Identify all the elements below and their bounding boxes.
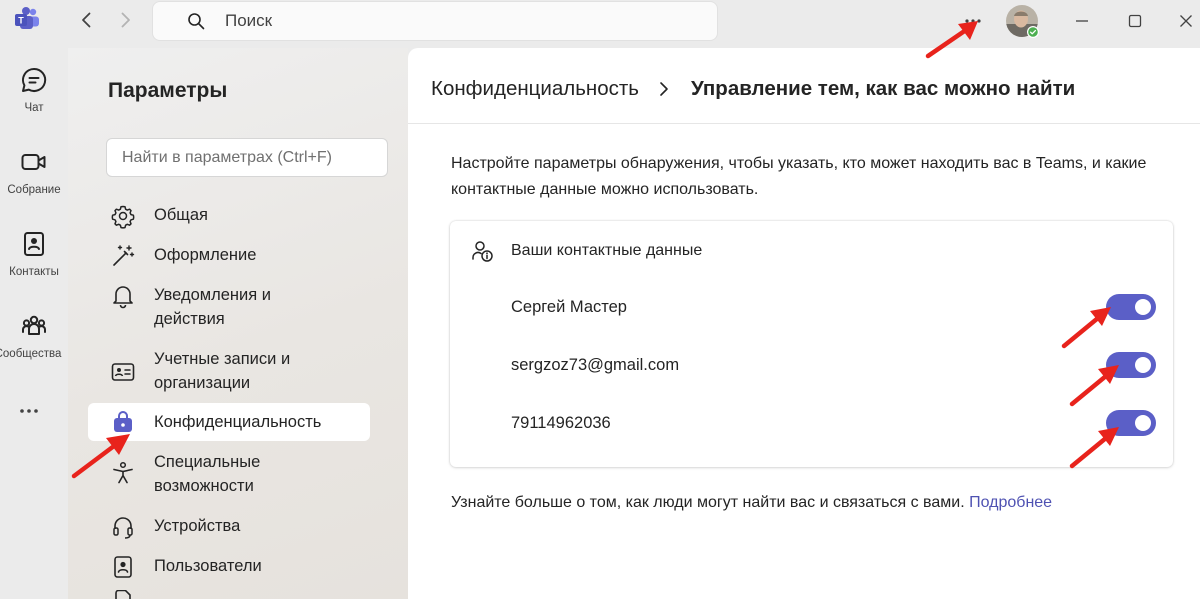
video-camera-icon (21, 154, 46, 170)
chevron-right-icon (660, 82, 668, 96)
learn-more-text: Узнайте больше о том, как люди могут най… (451, 494, 1052, 512)
breadcrumb-parent[interactable]: Конфиденциальность (431, 77, 639, 101)
rail-item-contacts[interactable]: Контакты (0, 228, 68, 298)
presence-available-icon (1028, 27, 1038, 37)
rail-item-label: Сообщества (0, 348, 62, 360)
avatar[interactable] (1005, 4, 1039, 38)
gear-icon (111, 205, 135, 229)
settings-item-label: Специальные возможности (154, 453, 261, 495)
learn-more-link[interactable]: Подробнее (969, 494, 1052, 511)
settings-item-label: Пользователи (154, 557, 262, 575)
toggle-knob (1135, 299, 1151, 315)
settings-search-input[interactable]: Найти в параметрах (Ctrl+F) (106, 138, 388, 177)
settings-item-accounts[interactable]: Учетные записи и организации (88, 347, 370, 395)
minimize-icon[interactable] (1071, 10, 1093, 32)
description-text: Настройте параметры обнаружения, чтобы у… (451, 155, 1147, 198)
settings-item-label: Оформление (154, 246, 257, 264)
settings-item-label: Уведомления и действия (154, 286, 271, 328)
settings-item-devices[interactable]: Устройства (88, 514, 370, 540)
annotation-arrow (1061, 307, 1111, 349)
toggle-knob (1135, 357, 1151, 373)
settings-item-label: Конфиденциальность (154, 413, 322, 431)
annotation-arrow (1069, 365, 1119, 407)
contact-phone: 79114962036 (511, 413, 611, 432)
settings-item-general[interactable]: Общая (88, 203, 370, 229)
divider (408, 123, 1200, 124)
forward-icon[interactable] (114, 9, 136, 31)
settings-item-users[interactable]: Пользователи (88, 554, 370, 580)
settings-item-label: Общая (154, 206, 208, 224)
rail-item-meeting[interactable]: Собрание (0, 146, 68, 216)
close-icon[interactable] (1175, 10, 1197, 32)
search-placeholder: Поиск (225, 11, 273, 30)
contact-name: Сергей Мастер (511, 297, 627, 316)
card-header: Ваши контактные данные (470, 239, 702, 263)
annotation-arrow (71, 434, 130, 479)
document-icon (115, 590, 131, 599)
toggle-knob (1135, 415, 1151, 431)
headset-icon (113, 517, 133, 539)
maximize-icon[interactable] (1124, 10, 1146, 32)
rail-item-label: Контакты (9, 266, 59, 278)
svg-text:T: T (18, 16, 24, 26)
back-icon[interactable] (76, 9, 98, 31)
settings-item-appearance[interactable]: Оформление (88, 243, 370, 269)
communities-icon (22, 315, 46, 335)
app-rail: T Чат Собрание Контакты Сообщества (0, 0, 68, 599)
card-header-label: Ваши контактные данные (511, 242, 703, 259)
chat-icon (21, 67, 47, 92)
breadcrumb: Конфиденциальность Управление тем, как в… (431, 77, 1075, 101)
contact-email: sergzoz73@gmail.com (511, 355, 680, 374)
settings-title: Параметры (108, 79, 228, 102)
annotation-arrow (1069, 427, 1119, 469)
contact-row-phone: 79114962036 (511, 408, 1156, 438)
learn-more-label: Узнайте больше о том, как люди могут най… (451, 494, 965, 511)
search-icon (188, 13, 205, 30)
magic-wand-icon (113, 245, 135, 266)
settings-item-label: Учетные записи и организации (154, 350, 291, 392)
search-input[interactable]: Поиск (152, 1, 718, 41)
page-title: Управление тем, как вас можно найти (690, 77, 1076, 100)
settings-item-label: Устройства (154, 517, 241, 535)
bell-icon (113, 286, 133, 309)
id-card-icon (111, 363, 135, 381)
annotation-arrow (925, 21, 978, 59)
person-info-icon (472, 241, 493, 262)
settings-panel: Параметры Найти в параметрах (Ctrl+F) Об… (68, 48, 408, 599)
contacts-book-icon (24, 232, 44, 256)
rail-item-chat[interactable]: Чат (0, 64, 68, 134)
settings-item-notifications[interactable]: Уведомления и действия (88, 283, 370, 331)
rail-item-label: Чат (24, 102, 44, 114)
teams-logo-icon: T (15, 7, 39, 29)
more-horizontal-icon[interactable] (16, 398, 42, 424)
rail-item-label: Собрание (7, 184, 61, 196)
rail-item-communities[interactable]: Сообщества (0, 310, 68, 380)
contact-row-email: sergzoz73@gmail.com (511, 350, 1156, 380)
contacts-icon (114, 556, 132, 578)
